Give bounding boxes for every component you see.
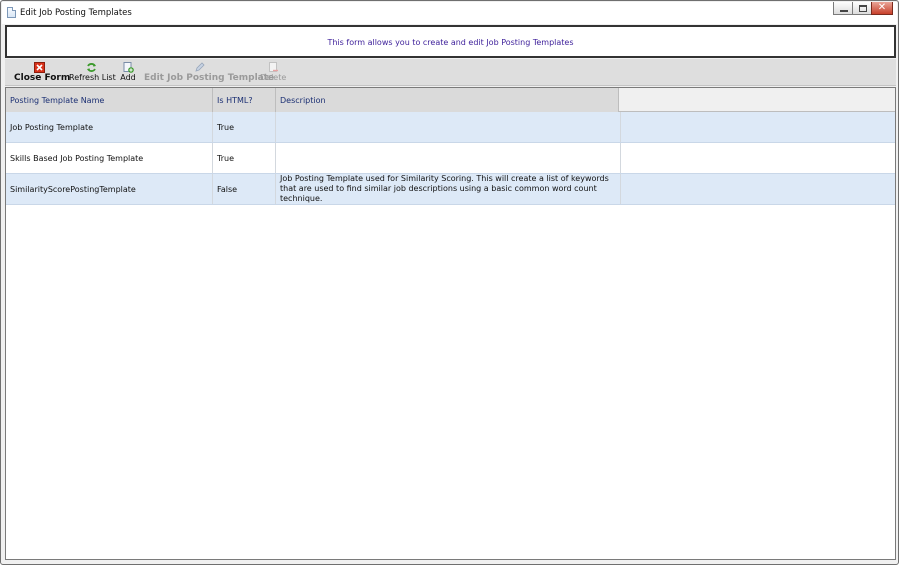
grid-header: Posting Template Name Is HTML? Descripti… (6, 88, 895, 112)
template-name-cell: SimilarityScorePostingTemplate (6, 174, 213, 204)
info-message: This form allows you to create and edit … (327, 38, 574, 47)
column-header-description[interactable]: Description (276, 88, 619, 112)
edit-template-button[interactable]: Edit Job Posting Template (144, 59, 275, 86)
table-row[interactable]: SimilarityScorePostingTemplate False Job… (6, 174, 895, 205)
info-panel: This form allows you to create and edit … (5, 25, 896, 58)
column-header-is-html[interactable]: Is HTML? (213, 88, 276, 112)
maximize-button[interactable] (852, 2, 872, 15)
maximize-icon (859, 5, 867, 12)
description-cell: Job Posting Template used for Similarity… (276, 174, 621, 204)
table-row[interactable]: Job Posting Template True (6, 112, 895, 143)
close-icon: ✕ (877, 2, 887, 13)
minimize-button[interactable] (833, 2, 853, 15)
close-form-label: Close Form (14, 73, 71, 83)
is-html-cell: False (213, 174, 276, 204)
is-html-cell: True (213, 143, 276, 173)
minimize-icon (840, 10, 848, 12)
delete-button[interactable]: Delete (260, 59, 286, 86)
close-form-button[interactable]: Close Form (14, 59, 71, 86)
add-icon (123, 62, 134, 73)
window-title: Edit Job Posting Templates (20, 8, 132, 18)
toolbar: Close Form Refresh List Add Edit Job Pos… (5, 59, 896, 86)
close-window-button[interactable]: ✕ (871, 2, 893, 15)
refresh-list-button[interactable]: Refresh List (69, 59, 116, 86)
add-button[interactable]: Add (118, 59, 138, 86)
document-icon (7, 7, 16, 18)
description-cell (276, 143, 621, 173)
description-cell (276, 112, 621, 142)
templates-grid: Posting Template Name Is HTML? Descripti… (5, 87, 896, 560)
table-row[interactable]: Skills Based Job Posting Template True (6, 143, 895, 174)
title-bar: Edit Job Posting Templates ✕ (2, 2, 897, 24)
edit-template-label: Edit Job Posting Template (144, 73, 275, 83)
add-label: Add (120, 73, 136, 82)
is-html-cell: True (213, 112, 276, 142)
template-name-cell: Skills Based Job Posting Template (6, 143, 213, 173)
app-window: Edit Job Posting Templates ✕ This form a… (0, 0, 899, 565)
refresh-list-label: Refresh List (69, 73, 116, 82)
window-controls: ✕ (833, 2, 893, 15)
close-form-icon (34, 62, 45, 73)
refresh-icon (87, 63, 96, 72)
pencil-icon (195, 62, 205, 72)
template-name-cell: Job Posting Template (6, 112, 213, 142)
delete-label: Delete (260, 73, 287, 82)
column-header-name[interactable]: Posting Template Name (6, 88, 213, 112)
delete-icon (269, 62, 278, 72)
